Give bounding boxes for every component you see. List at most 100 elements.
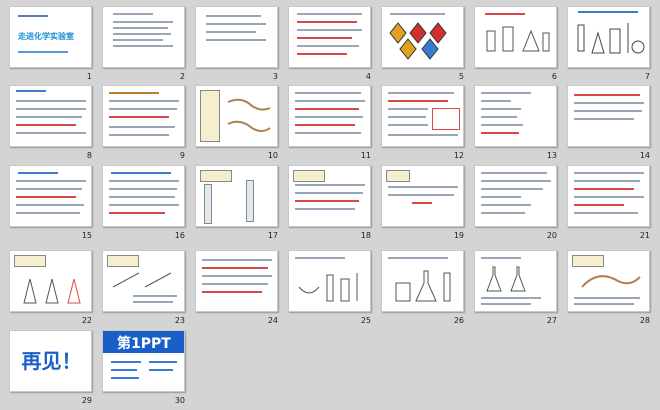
slide-thumb-18[interactable]: 18 xyxy=(285,165,380,245)
slide-thumb-29[interactable]: 再见！ 29 xyxy=(6,330,101,410)
slide-preview xyxy=(9,250,92,312)
slide-number: 9 xyxy=(179,151,185,160)
slide-preview xyxy=(474,250,557,312)
slide-preview xyxy=(474,6,557,68)
slide-number: 10 xyxy=(267,151,278,160)
slide-preview xyxy=(567,85,650,147)
slide-preview xyxy=(195,85,278,147)
slide-thumb-26[interactable]: 26 xyxy=(378,250,473,330)
hand-illustration-icon xyxy=(227,98,271,132)
slide-number: 24 xyxy=(267,316,278,325)
slide-thumb-11[interactable]: 11 xyxy=(285,85,380,165)
slide-banner: 第1PPT xyxy=(103,331,184,353)
slide-number: 15 xyxy=(81,231,92,240)
flask-icon xyxy=(395,270,451,302)
slide-preview xyxy=(102,165,185,227)
slide-preview xyxy=(381,250,464,312)
slide-thumb-10[interactable]: 10 xyxy=(192,85,287,165)
slide-number: 20 xyxy=(546,231,557,240)
slide-thumb-1[interactable]: 走进化学实验室 1 xyxy=(6,6,101,86)
slide-preview xyxy=(102,250,185,312)
slide-number: 13 xyxy=(546,151,557,160)
slide-preview xyxy=(102,85,185,147)
slide-thumb-21[interactable]: 21 xyxy=(564,165,659,245)
slide-preview xyxy=(567,250,650,312)
slide-thumb-24[interactable]: 24 xyxy=(192,250,287,330)
slide-thumb-28[interactable]: 28 xyxy=(564,250,659,330)
slide-thumb-17[interactable]: 17 xyxy=(192,165,287,245)
slide-thumb-22[interactable]: 22 xyxy=(6,250,101,330)
slide-preview xyxy=(381,165,464,227)
slide-number: 4 xyxy=(365,72,371,81)
slide-thumb-16[interactable]: 16 xyxy=(99,165,194,245)
slide-thumb-19[interactable]: 19 xyxy=(378,165,473,245)
slide-thumb-30[interactable]: 第1PPT 30 xyxy=(99,330,194,410)
slide-number: 1 xyxy=(86,72,92,81)
slide-number: 17 xyxy=(267,231,278,240)
slide-number: 22 xyxy=(81,316,92,325)
slide-thumb-12[interactable]: 12 xyxy=(378,85,473,165)
slide-number: 25 xyxy=(360,316,371,325)
slide-preview xyxy=(381,6,464,68)
slide-preview xyxy=(9,85,92,147)
slide-number: 11 xyxy=(360,151,371,160)
glassware-icon xyxy=(577,23,645,54)
glassware-icon xyxy=(298,273,358,302)
slide-sorter-grid: 走进化学实验室 1 2 3 4 5 6 7 8 9 10 11 12 13 14… xyxy=(0,0,660,410)
slide-thumb-5[interactable]: 5 xyxy=(378,6,473,86)
slide-thumb-13[interactable]: 13 xyxy=(471,85,566,165)
slide-preview xyxy=(102,6,185,68)
slide-title: 走进化学实验室 xyxy=(18,32,74,41)
slide-number: 14 xyxy=(639,151,650,160)
slide-preview xyxy=(567,165,650,227)
slide-number: 2 xyxy=(179,72,185,81)
lab-equipment-icon xyxy=(486,26,550,52)
slide-number: 18 xyxy=(360,231,371,240)
slide-thumb-15[interactable]: 15 xyxy=(6,165,101,245)
slide-thumb-4[interactable]: 4 xyxy=(285,6,380,86)
slide-thumb-6[interactable]: 6 xyxy=(471,6,566,86)
slide-title: 第1PPT xyxy=(117,336,171,352)
slide-thumb-25[interactable]: 25 xyxy=(285,250,380,330)
slide-preview: 走进化学实验室 xyxy=(9,6,92,68)
slide-preview xyxy=(195,250,278,312)
slide-number: 7 xyxy=(644,72,650,81)
slide-number: 3 xyxy=(272,72,278,81)
pipette-illustration-icon xyxy=(112,272,172,288)
slide-thumb-20[interactable]: 20 xyxy=(471,165,566,245)
slide-thumb-14[interactable]: 14 xyxy=(564,85,659,165)
slide-number: 23 xyxy=(174,316,185,325)
slide-number: 8 xyxy=(86,151,92,160)
slide-number: 21 xyxy=(639,231,650,240)
slide-number: 19 xyxy=(453,231,464,240)
slide-number: 6 xyxy=(551,72,557,81)
slide-number: 16 xyxy=(174,231,185,240)
hand-illustration-icon xyxy=(581,275,641,288)
slide-preview xyxy=(288,6,371,68)
slide-thumb-9[interactable]: 9 xyxy=(99,85,194,165)
slide-number: 30 xyxy=(174,396,185,405)
warning-signs-icon xyxy=(389,22,447,60)
slide-preview xyxy=(9,165,92,227)
experiment-illustrations-icon xyxy=(23,278,81,304)
slide-preview xyxy=(474,165,557,227)
slide-number: 28 xyxy=(639,316,650,325)
flask-icon xyxy=(486,266,526,292)
slide-preview: 再见！ xyxy=(9,330,92,392)
slide-preview xyxy=(381,85,464,147)
slide-preview xyxy=(288,250,371,312)
slide-thumb-23[interactable]: 23 xyxy=(99,250,194,330)
slide-thumb-7[interactable]: 7 xyxy=(564,6,659,86)
slide-preview: 第1PPT xyxy=(102,330,185,392)
slide-preview xyxy=(195,6,278,68)
slide-thumb-2[interactable]: 2 xyxy=(99,6,194,86)
slide-title: 再见！ xyxy=(21,349,82,373)
slide-number: 26 xyxy=(453,316,464,325)
slide-thumb-27[interactable]: 27 xyxy=(471,250,566,330)
slide-number: 27 xyxy=(546,316,557,325)
slide-number: 5 xyxy=(458,72,464,81)
slide-thumb-8[interactable]: 8 xyxy=(6,85,101,165)
slide-preview xyxy=(195,165,278,227)
slide-thumb-3[interactable]: 3 xyxy=(192,6,287,86)
slide-preview xyxy=(288,85,371,147)
